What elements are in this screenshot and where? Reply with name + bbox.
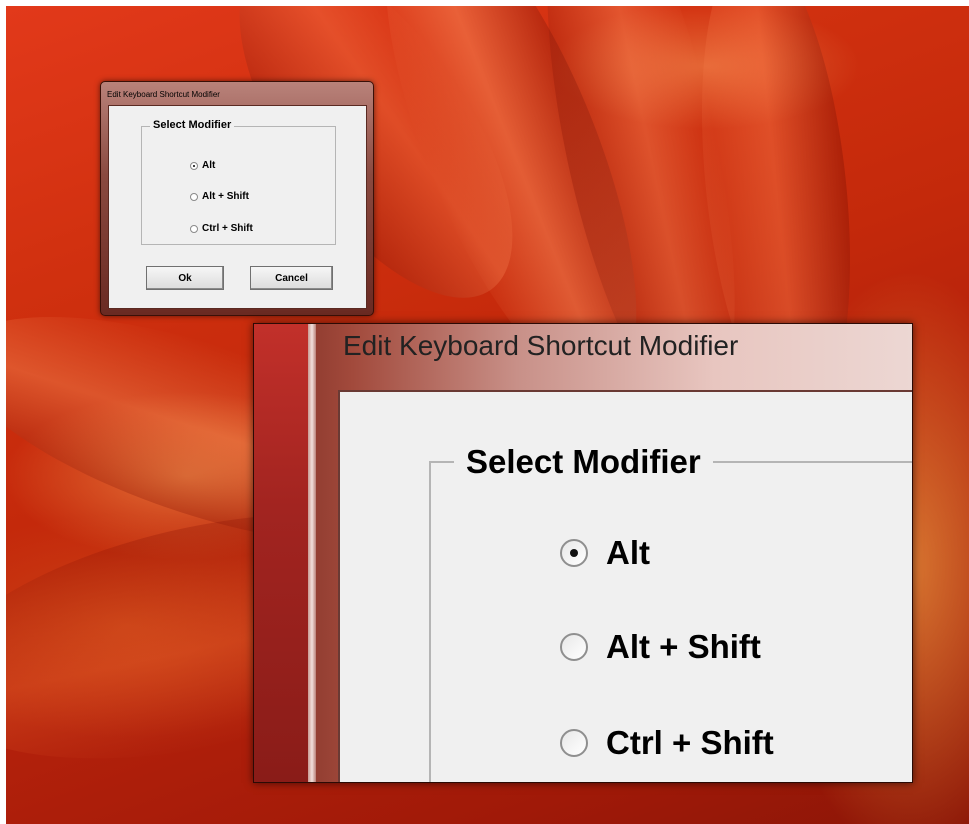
radio-button[interactable] (560, 633, 588, 661)
radio-label: Alt + Shift (202, 191, 249, 202)
radio-label: Alt (606, 534, 650, 571)
radio-ctrl-shift[interactable]: Ctrl + Shift (190, 223, 253, 234)
frame-highlight (308, 324, 316, 782)
radio-ctrl-shift[interactable]: Ctrl + Shift (560, 724, 774, 762)
window-title: Edit Keyboard Shortcut Modifier (343, 330, 739, 361)
radio-label: Alt (202, 160, 216, 171)
dialog-client-area: Select Modifier Alt Alt + Shift Ctrl + S… (108, 105, 367, 309)
radio-button[interactable] (190, 192, 198, 201)
radio-button[interactable] (560, 729, 588, 757)
modifier-dialog-small: Edit Keyboard Shortcut Modifier Select M… (100, 81, 374, 316)
window-frame-edge (254, 324, 316, 782)
group-legend: Select Modifier (454, 443, 713, 481)
radio-button-checked[interactable] (190, 161, 198, 170)
radio-alt[interactable]: Alt (190, 160, 215, 171)
select-modifier-group: Select Modifier Alt Alt + Shift Ctrl + S… (141, 119, 336, 245)
radio-label: Ctrl + Shift (202, 223, 253, 234)
radio-alt[interactable]: Alt (560, 534, 650, 572)
cancel-button[interactable]: Cancel (250, 266, 333, 290)
radio-label: Alt + Shift (606, 628, 761, 665)
radio-button-checked[interactable] (560, 539, 588, 567)
radio-label: Ctrl + Shift (606, 724, 774, 761)
radio-alt-shift[interactable]: Alt + Shift (560, 628, 761, 666)
radio-button[interactable] (190, 224, 198, 233)
ok-button[interactable]: Ok (146, 266, 224, 290)
group-legend: Select Modifier (150, 119, 235, 131)
modifier-dialog-zoomed: Edit Keyboard Shortcut Modifier Select M… (253, 323, 913, 783)
radio-alt-shift[interactable]: Alt + Shift (190, 191, 249, 202)
window-title: Edit Keyboard Shortcut Modifier (107, 90, 220, 99)
